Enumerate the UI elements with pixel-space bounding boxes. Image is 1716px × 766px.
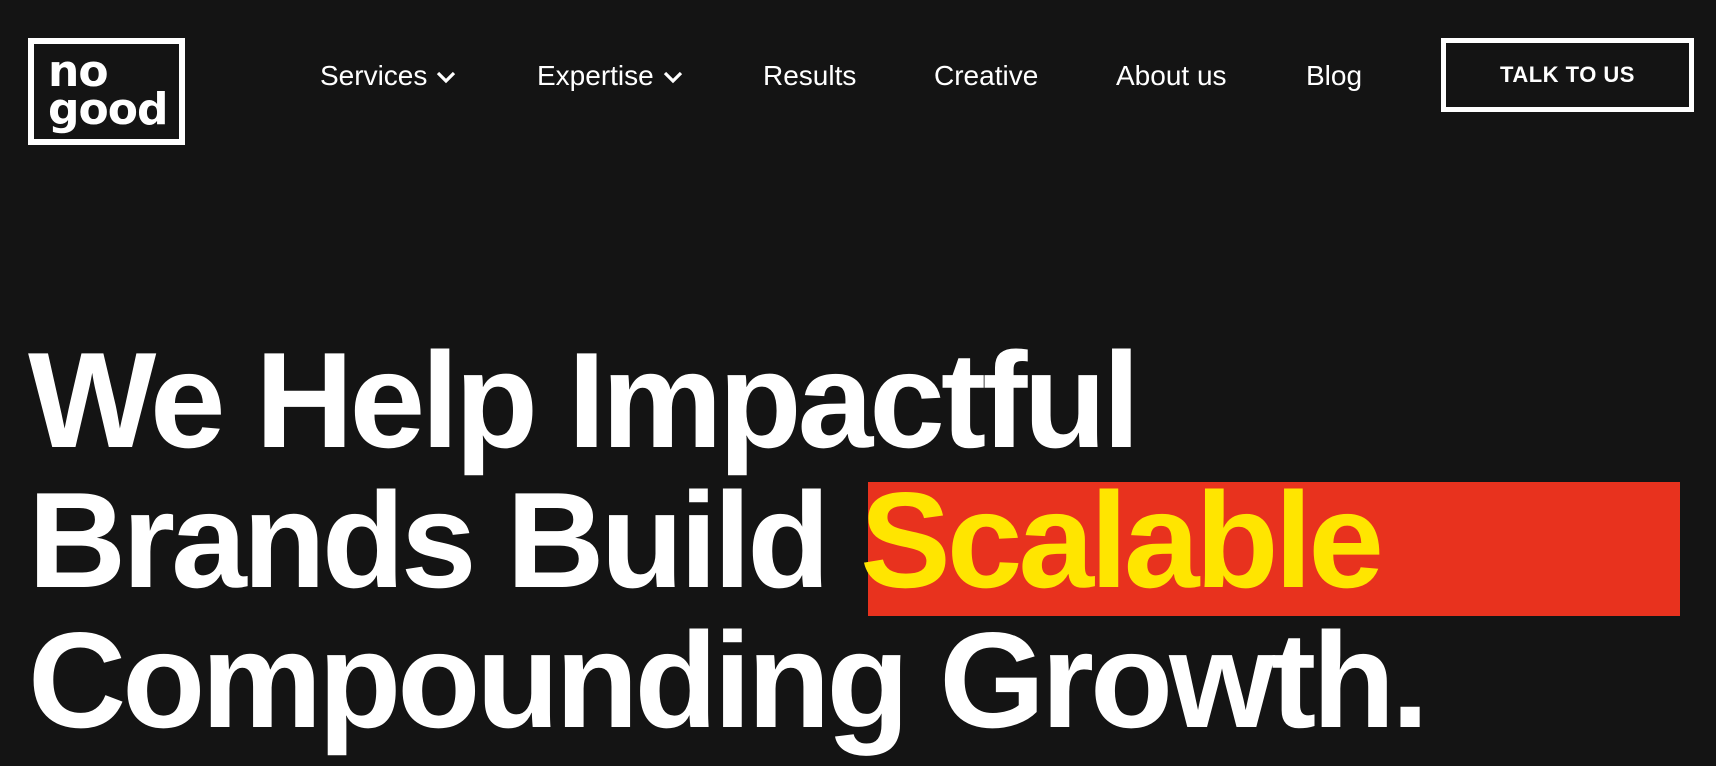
headline-line-2-prefix: Brands Build [28, 464, 861, 616]
headline-line-2: Brands Build Scalable [28, 470, 1708, 610]
chevron-down-icon [662, 66, 684, 88]
page: no good Services Expertise Results Creat… [0, 0, 1716, 766]
nav-item-label: About us [1116, 60, 1227, 91]
nav-item-label: Blog [1306, 60, 1363, 91]
nav-item-about-us[interactable]: About us [1116, 56, 1227, 96]
nav-item-services[interactable]: Services [320, 56, 457, 96]
nav-item-blog[interactable]: Blog [1306, 56, 1362, 96]
headline-line-3: Compounding Growth. [28, 604, 1429, 756]
hero-headline: We Help Impactful Brands Build Scalable … [28, 330, 1708, 750]
nav-item-expertise[interactable]: Expertise [537, 56, 684, 96]
nav-item-label: Results [763, 60, 857, 91]
nav-item-label: Creative [934, 60, 1039, 91]
chevron-down-icon [435, 66, 457, 88]
nav-item-results[interactable]: Results [763, 56, 856, 96]
nav-item-label: Expertise [537, 60, 654, 91]
talk-to-us-button[interactable]: TALK TO US [1441, 38, 1694, 112]
headline-highlight-word: Scalable [860, 464, 1384, 616]
headline-line-1: We Help Impactful [28, 324, 1140, 476]
nav-item-label: Services [320, 60, 428, 91]
nav-item-creative[interactable]: Creative [934, 56, 1038, 96]
